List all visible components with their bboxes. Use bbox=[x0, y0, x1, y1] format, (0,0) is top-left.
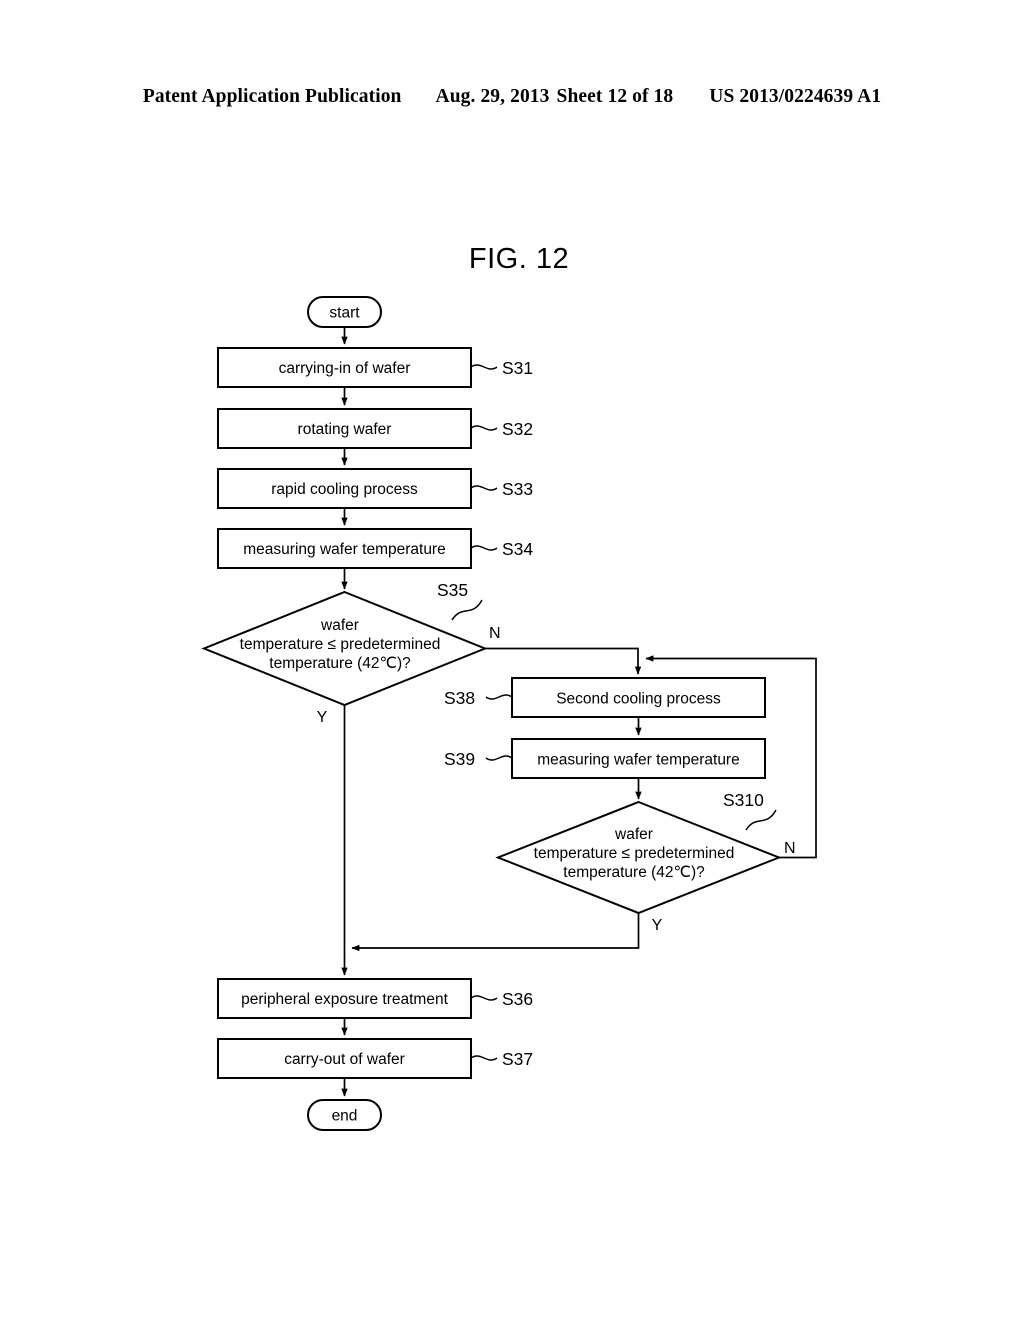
branch-label-s310-no: N bbox=[784, 840, 796, 857]
ref-label-s33: S33 bbox=[502, 479, 533, 499]
leader-s32 bbox=[470, 425, 498, 431]
figure-title: FIG. 12 bbox=[469, 243, 569, 275]
start-terminal-label: start bbox=[329, 305, 360, 322]
ref-label-s310: S310 bbox=[723, 790, 764, 810]
leader-s36 bbox=[470, 995, 498, 1001]
branch-label-s310-yes: Y bbox=[652, 917, 663, 934]
process-label-s34: measuring wafer temperature bbox=[243, 541, 445, 558]
ref-label-s38: S38 bbox=[444, 688, 475, 708]
process-label-s31: carrying-in of wafer bbox=[279, 360, 411, 377]
decision-label-s35-line1: wafer bbox=[320, 617, 359, 634]
ref-label-s34: S34 bbox=[502, 539, 533, 559]
decision-label-s35-line2: temperature ≤ predetermined bbox=[240, 636, 441, 653]
ref-label-s39: S39 bbox=[444, 749, 475, 769]
decision-label-s310-line1: wafer bbox=[614, 826, 653, 843]
leader-s37 bbox=[470, 1055, 498, 1061]
process-label-s33: rapid cooling process bbox=[271, 481, 418, 498]
ref-label-s36: S36 bbox=[502, 989, 533, 1009]
leader-s31 bbox=[470, 364, 498, 370]
process-label-s36: peripheral exposure treatment bbox=[241, 991, 448, 1008]
ref-label-s32: S32 bbox=[502, 419, 533, 439]
leader-s35 bbox=[451, 599, 483, 621]
end-terminal-label: end bbox=[332, 1108, 358, 1125]
leader-s34 bbox=[470, 545, 498, 551]
figure-12: FIG. 12 start carrying-in of wafer S31 r… bbox=[0, 0, 1024, 1320]
connector-s35-no-to-s38 bbox=[485, 647, 642, 675]
ref-label-s31: S31 bbox=[502, 358, 533, 378]
connector-s310-yes-to-s36 bbox=[351, 913, 640, 952]
leader-s33 bbox=[470, 485, 498, 491]
branch-label-s35-no: N bbox=[489, 625, 501, 642]
leader-s38 bbox=[485, 694, 513, 700]
ref-label-s37: S37 bbox=[502, 1049, 533, 1069]
process-label-s32: rotating wafer bbox=[298, 421, 392, 438]
ref-label-s35: S35 bbox=[437, 580, 468, 600]
leader-s39 bbox=[485, 755, 513, 761]
decision-label-s310-line3: temperature (42℃)? bbox=[563, 864, 705, 881]
process-label-s37: carry-out of wafer bbox=[284, 1051, 405, 1068]
branch-label-s35-yes: Y bbox=[317, 709, 328, 726]
process-label-s39: measuring wafer temperature bbox=[537, 752, 739, 769]
decision-label-s35-line3: temperature (42℃)? bbox=[269, 655, 411, 672]
process-label-s38: Second cooling process bbox=[556, 691, 721, 708]
decision-label-s310-line2: temperature ≤ predetermined bbox=[534, 845, 735, 862]
leader-s310 bbox=[745, 809, 777, 831]
